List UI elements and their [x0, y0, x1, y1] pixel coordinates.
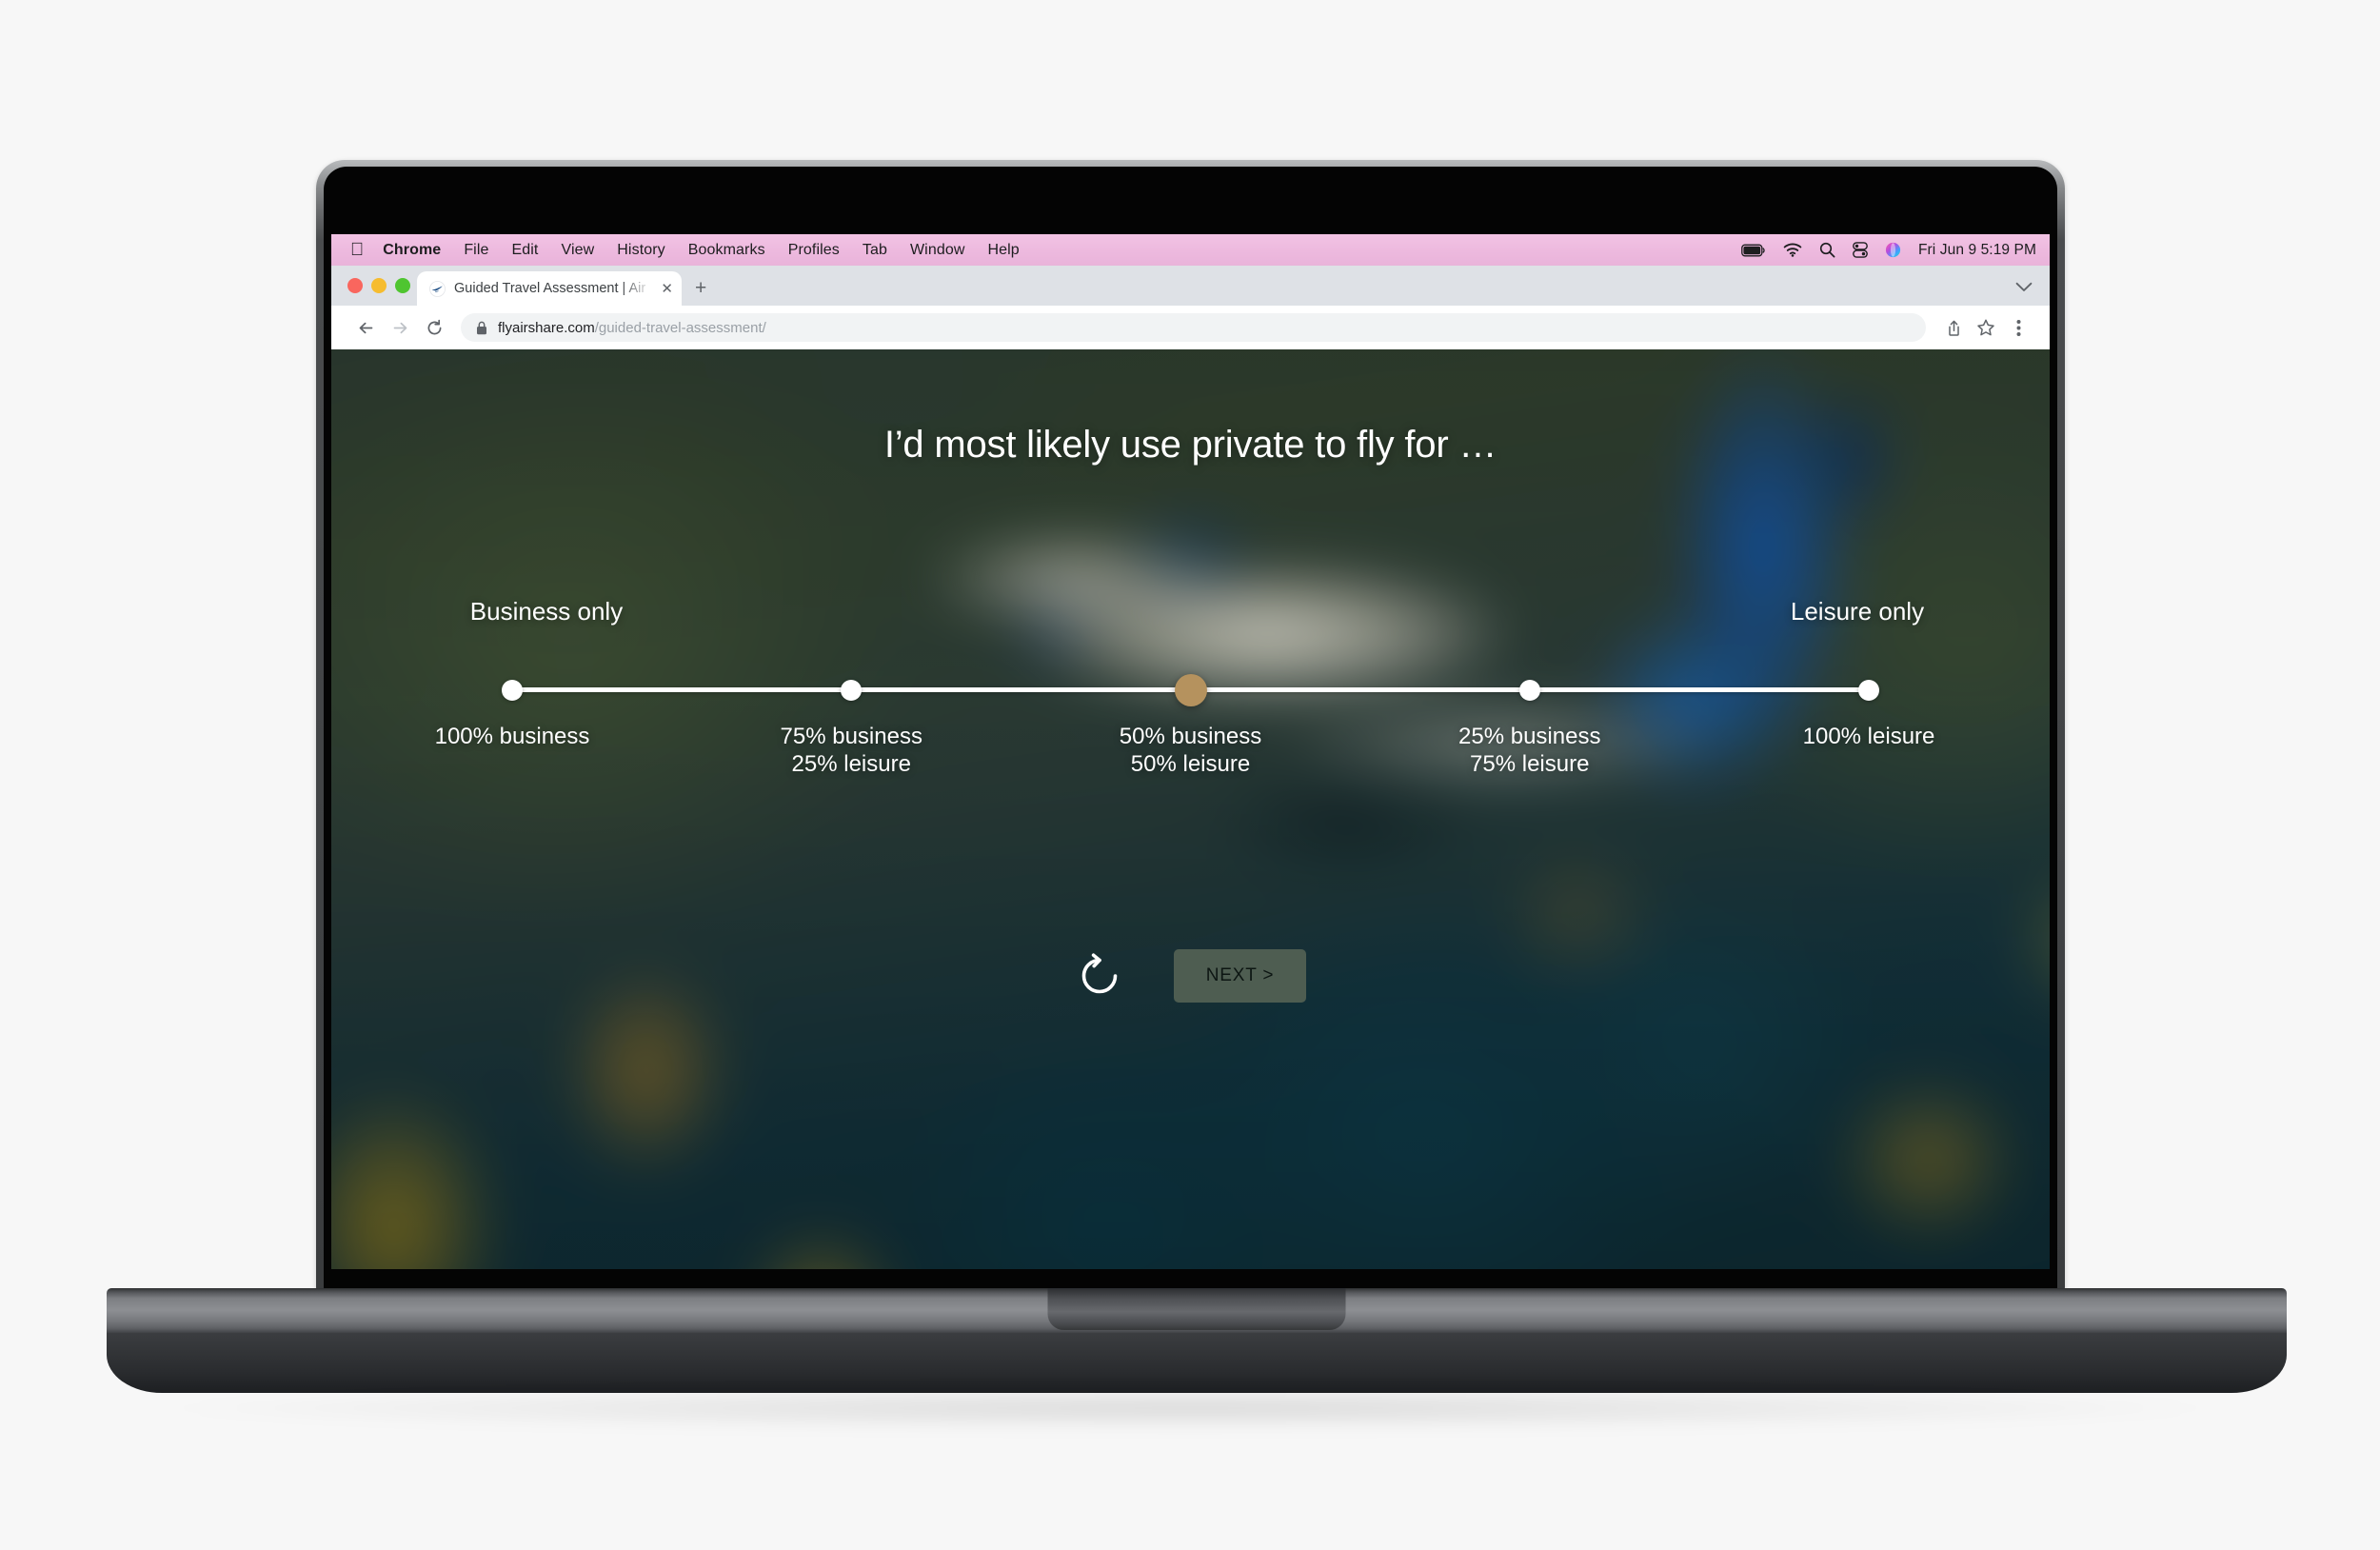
- apple-logo-icon[interactable]: : [350, 241, 364, 259]
- address-bar-url: flyairshare.com/guided-travel-assessment…: [498, 320, 766, 336]
- wifi-icon[interactable]: [1783, 243, 1802, 257]
- question-headline: I’d most likely use private to fly for …: [883, 424, 1497, 466]
- slider-label-25-business: 25% business 75% leisure: [1458, 724, 1601, 778]
- battery-icon[interactable]: [1741, 244, 1766, 257]
- slider-stop-100-business[interactable]: [502, 680, 523, 701]
- menu-bar-clock[interactable]: Fri Jun 9 5:19 PM: [1918, 242, 2036, 259]
- macos-menu-bar:  Chrome File Edit View History Bookmark…: [331, 234, 2050, 266]
- next-button[interactable]: NEXT >: [1174, 949, 1306, 1003]
- zoom-window-button[interactable]: [395, 278, 410, 293]
- forward-arrow-icon[interactable]: [383, 310, 417, 345]
- menu-item-edit[interactable]: Edit: [512, 242, 539, 259]
- spotlight-search-icon[interactable]: [1819, 242, 1835, 258]
- slider-label-50-business: 50% business 50% leisure: [1119, 724, 1262, 778]
- star-icon[interactable]: [1970, 311, 2002, 344]
- macbook-device:  Chrome File Edit View History Bookmark…: [316, 160, 2065, 1293]
- chrome-browser-window: Guided Travel Assessment | Air ✕ + flyai…: [331, 266, 2050, 1269]
- business-leisure-slider[interactable]: [502, 674, 1879, 706]
- macbook-base: [107, 1288, 2287, 1393]
- browser-tab-title: Guided Travel Assessment | Air: [454, 281, 646, 296]
- menu-item-view[interactable]: View: [561, 242, 594, 259]
- base-opening-notch: [1047, 1288, 1346, 1330]
- device-drop-shadow: [162, 1385, 2218, 1431]
- window-traffic-lights: [347, 278, 410, 293]
- share-icon[interactable]: [1937, 311, 1970, 344]
- url-domain: flyairshare.com: [498, 319, 595, 336]
- menu-item-bookmarks[interactable]: Bookmarks: [688, 242, 765, 259]
- page-action-row: NEXT >: [331, 949, 2050, 1003]
- back-arrow-icon[interactable]: [348, 310, 383, 345]
- chrome-tab-strip: Guided Travel Assessment | Air ✕ +: [331, 266, 2050, 306]
- slider-tick-labels: 100% business 75% business 25% leisure 5…: [435, 723, 1935, 789]
- minimize-window-button[interactable]: [371, 278, 387, 293]
- laptop-screen:  Chrome File Edit View History Bookmark…: [331, 234, 2050, 1269]
- slider-stop-25-business[interactable]: [1518, 680, 1540, 701]
- menu-bar-status-area: Fri Jun 9 5:19 PM: [1741, 242, 2036, 259]
- screenshot-stage:  Chrome File Edit View History Bookmark…: [0, 0, 2380, 1550]
- menu-item-file[interactable]: File: [464, 242, 488, 259]
- slider-right-end-label: Leisure only: [1790, 597, 1925, 626]
- reload-icon[interactable]: [417, 310, 451, 345]
- menu-item-history[interactable]: History: [617, 242, 664, 259]
- close-tab-button[interactable]: ✕: [661, 282, 673, 296]
- close-window-button[interactable]: [347, 278, 363, 293]
- url-path: /guided-travel-assessment/: [594, 319, 766, 336]
- assessment-question-panel: I’d most likely use private to fly for ……: [331, 349, 2050, 1269]
- menu-item-window[interactable]: Window: [910, 242, 965, 259]
- menu-item-profiles[interactable]: Profiles: [788, 242, 840, 259]
- slider-stop-75-business[interactable]: [841, 680, 863, 701]
- three-dot-menu-icon[interactable]: [2002, 311, 2034, 344]
- control-center-icon[interactable]: [1853, 242, 1868, 258]
- slider-stop-100-leisure[interactable]: [1858, 680, 1879, 701]
- tab-search-chevron-down-icon[interactable]: [2015, 280, 2033, 297]
- new-tab-button[interactable]: +: [695, 278, 706, 298]
- airshare-jet-icon: [429, 280, 446, 297]
- address-bar[interactable]: flyairshare.com/guided-travel-assessment…: [461, 313, 1926, 342]
- slider-label-75-business: 75% business 25% leisure: [780, 724, 922, 778]
- browser-tab[interactable]: Guided Travel Assessment | Air ✕: [417, 271, 682, 306]
- menu-item-chrome[interactable]: Chrome: [383, 242, 441, 259]
- base-front-lip: [107, 1333, 2287, 1393]
- chrome-toolbar: flyairshare.com/guided-travel-assessment…: [331, 306, 2050, 349]
- reset-circular-arrow-icon[interactable]: [1075, 951, 1124, 1001]
- slider-label-100-business: 100% business: [434, 724, 590, 749]
- menu-item-tab[interactable]: Tab: [863, 242, 887, 259]
- menu-item-help[interactable]: Help: [987, 242, 1019, 259]
- siri-icon[interactable]: [1885, 242, 1901, 258]
- page-viewport: I’d most likely use private to fly for ……: [331, 349, 2050, 1269]
- slider-stop-50-business-selected[interactable]: [1174, 674, 1207, 706]
- lock-icon[interactable]: [476, 321, 487, 335]
- slider-label-100-leisure: 100% leisure: [1802, 724, 1935, 749]
- slider-left-end-label: Business only: [469, 597, 624, 626]
